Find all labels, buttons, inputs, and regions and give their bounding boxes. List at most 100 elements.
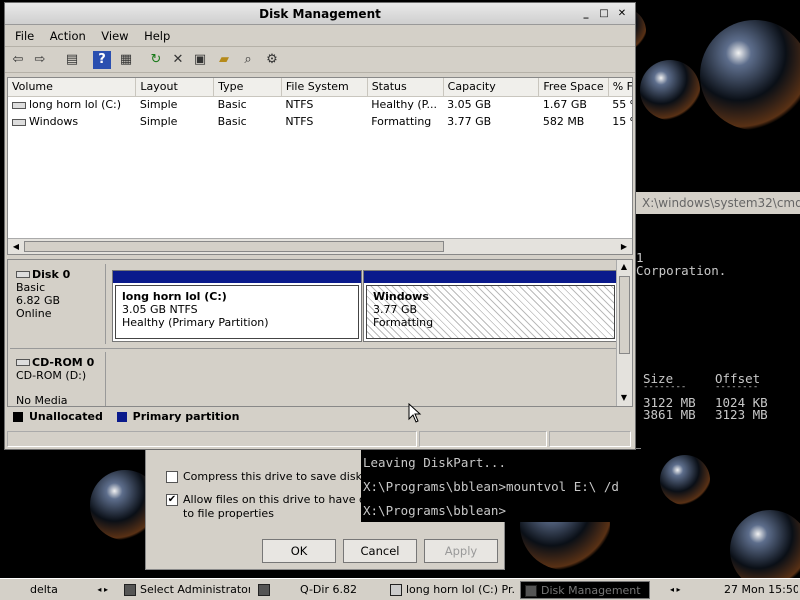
volume-percent: 15 %: [612, 115, 632, 128]
disk-0-label[interactable]: Disk 0 Basic 6.82 GB Online: [10, 264, 106, 344]
cmd-line: Corporation.: [636, 263, 727, 278]
scroll-up-icon[interactable]: ▲: [617, 260, 631, 274]
legend-unallocated: Unallocated: [29, 410, 103, 423]
partition-name: long horn lol (C:): [122, 290, 227, 303]
console-prompt[interactable]: X:\Programs\bblean>: [363, 503, 506, 518]
scroll-right-icon[interactable]: ▶: [617, 240, 631, 254]
hard-disk-icon: [16, 271, 30, 278]
delete-icon[interactable]: ✕: [169, 51, 187, 69]
wallpaper-bubble: [700, 20, 800, 130]
column-volume[interactable]: Volume: [8, 78, 137, 97]
index-label-2: to file properties: [183, 507, 274, 520]
column-percent-free[interactable]: % Fr: [608, 78, 632, 97]
cmd-title[interactable]: X:\windows\system32\cmd: [636, 192, 800, 214]
volume-layout: Simple: [139, 115, 178, 128]
cmd-window[interactable]: X:\windows\system32\cmd 1 Corporation. S…: [636, 190, 800, 450]
partition-status: Healthy (Primary Partition): [122, 316, 269, 329]
volume-capacity: 3.05 GB: [447, 98, 492, 112]
back-arrow-icon[interactable]: ⇦: [9, 51, 27, 69]
legend: Unallocated Primary partition: [7, 407, 633, 427]
wallpaper-bubble: [660, 455, 710, 505]
column-file-system[interactable]: File System: [281, 78, 368, 97]
scroll-left-icon[interactable]: ◀: [9, 240, 23, 254]
volume-percent: 55 %: [612, 98, 632, 112]
export-icon[interactable]: ▣: [191, 51, 209, 69]
disk-type: Basic: [16, 281, 46, 294]
cdrom-0-label[interactable]: CD-ROM 0 CD-ROM (D:) No Media: [10, 352, 106, 406]
minimize-button[interactable]: _: [579, 7, 593, 21]
partition-info: long horn lol (C:) 3.05 GB NTFS Healthy …: [115, 285, 359, 339]
legend-unallocated-swatch: [13, 412, 23, 422]
column-status[interactable]: Status: [367, 78, 444, 97]
clock[interactable]: 27 Mon 15:50: [720, 581, 798, 599]
help-icon[interactable]: ?: [93, 51, 111, 69]
settings-icon[interactable]: ⚙: [263, 51, 281, 69]
column-free-space[interactable]: Free Space: [538, 78, 609, 97]
horizontal-scrollbar[interactable]: ◀ ▶: [8, 238, 632, 254]
menu-help[interactable]: Help: [144, 29, 170, 43]
vertical-scrollbar[interactable]: ▲ ▼: [616, 260, 632, 406]
status-pane: [419, 431, 547, 447]
console-window[interactable]: Leaving DiskPart... X:\Programs\bblean>m…: [361, 448, 641, 522]
table-row[interactable]: Windows Simple Basic NTFS Formatting 3.7…: [8, 113, 632, 130]
task-button-properties[interactable]: long horn lol (C:) Pr...: [386, 581, 516, 599]
volume-list[interactable]: Volume Layout Type File System Status Ca…: [7, 77, 633, 255]
column-layout[interactable]: Layout: [135, 78, 215, 97]
close-button[interactable]: ✕: [615, 7, 629, 21]
table-row[interactable]: long horn lol (C:) Simple Basic NTFS Hea…: [8, 96, 632, 113]
task-button-disk-management[interactable]: Disk Management: [520, 581, 650, 599]
menu-file[interactable]: File: [15, 29, 34, 43]
volume-capacity: 3.77 GB: [447, 115, 492, 128]
column-capacity[interactable]: Capacity: [443, 78, 540, 97]
properties-icon[interactable]: ▦: [117, 51, 135, 69]
column-type[interactable]: Type: [213, 78, 282, 97]
task-scroll-arrows-icon[interactable]: ◂ ▸: [666, 581, 681, 599]
cmd-cell: 3861 MB: [643, 407, 696, 422]
window-titlebar[interactable]: Disk Management _ □ ✕: [5, 3, 635, 25]
menu-view[interactable]: View: [101, 29, 128, 43]
task-label: long horn lol (C:) Pr...: [406, 583, 516, 596]
volume-name: long horn lol (C:): [8, 96, 136, 113]
volume-type: Basic: [217, 98, 247, 112]
compress-checkbox[interactable]: [166, 471, 178, 483]
apply-button[interactable]: Apply: [424, 539, 498, 563]
index-label: Allow files on this drive to have conte: [183, 493, 390, 506]
workspace-arrows-icon[interactable]: ◂ ▸: [97, 581, 108, 599]
cmd-separator: --------: [715, 382, 759, 392]
volume-status: Healthy (P...: [371, 98, 438, 112]
open-icon[interactable]: ▰: [215, 51, 233, 69]
legend-primary: Primary partition: [132, 410, 240, 423]
forward-arrow-icon[interactable]: ⇨: [31, 51, 49, 69]
task-button-qdir[interactable]: Q-Dir 6.82: [254, 581, 384, 599]
partition-header: [364, 271, 617, 283]
volume-fs: NTFS: [285, 115, 314, 128]
up-level-icon[interactable]: ▤: [63, 51, 81, 69]
task-button-administrator[interactable]: Select Administrator...: [120, 581, 250, 599]
ok-button[interactable]: OK: [262, 539, 336, 563]
volume-label: long horn lol (C:): [29, 98, 122, 112]
menu-action[interactable]: Action: [50, 29, 86, 43]
scroll-thumb[interactable]: [619, 276, 630, 354]
workspace-switcher[interactable]: delta ◂ ▸: [4, 581, 114, 599]
status-pane: [7, 431, 417, 447]
scroll-down-icon[interactable]: ▼: [617, 391, 631, 405]
search-icon[interactable]: ⌕: [239, 51, 257, 69]
partition-c[interactable]: long horn lol (C:) 3.05 GB NTFS Healthy …: [112, 270, 362, 342]
partition-windows[interactable]: Windows 3.77 GB Formatting: [363, 270, 618, 342]
cmd-cell: 3123 MB: [715, 407, 768, 422]
cdrom-name: CD-ROM 0: [16, 356, 99, 369]
disk-management-window[interactable]: Disk Management _ □ ✕ File Action View H…: [4, 2, 636, 450]
maximize-button[interactable]: □: [597, 7, 611, 21]
task-label: Select Administrator...: [140, 583, 250, 596]
cancel-button[interactable]: Cancel: [343, 539, 417, 563]
partition-info: Windows 3.77 GB Formatting: [366, 285, 615, 339]
wallpaper-bubble: [730, 510, 800, 578]
scroll-thumb[interactable]: [24, 241, 444, 252]
refresh-icon[interactable]: ↻: [147, 51, 165, 69]
disk-icon: [12, 118, 26, 126]
compress-label: Compress this drive to save disk spac: [183, 470, 391, 483]
volume-label: Windows: [29, 115, 79, 128]
index-checkbox[interactable]: ✔: [166, 494, 178, 506]
console-icon: [124, 584, 136, 596]
partition-header: [113, 271, 361, 283]
